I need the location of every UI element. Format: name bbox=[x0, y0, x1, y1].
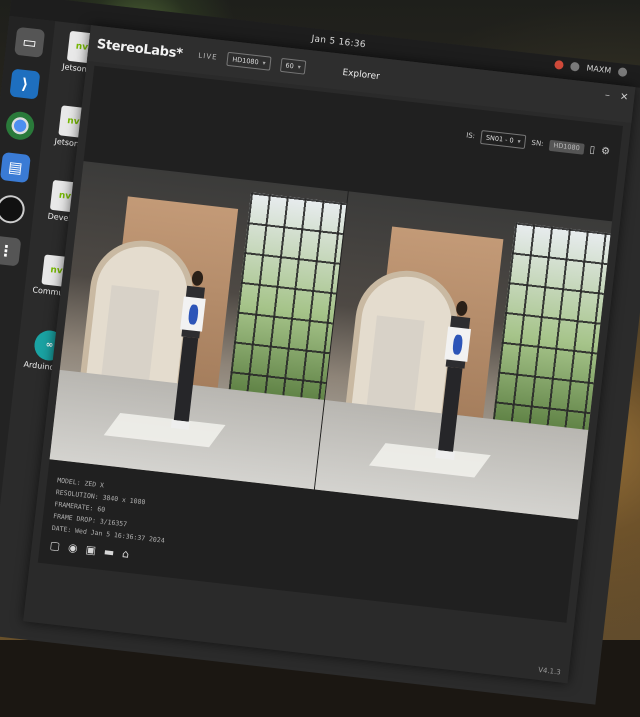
vscode-icon[interactable]: ⟩ bbox=[9, 68, 41, 100]
resolution-select[interactable]: HD1080 ▾ bbox=[226, 51, 272, 71]
right-camera-image[interactable] bbox=[314, 191, 613, 520]
chevron-down-icon: ▾ bbox=[262, 59, 266, 67]
clock[interactable]: Jan 5 16:36 bbox=[311, 34, 366, 50]
record-icon[interactable]: ▣ bbox=[85, 543, 97, 557]
bottom-toolbar: ▢ ◉ ▣ ▬ ⌂ bbox=[49, 539, 130, 561]
network-icon[interactable] bbox=[570, 61, 581, 72]
chevron-down-icon: ▾ bbox=[297, 63, 302, 71]
chevron-down-icon: ▾ bbox=[517, 137, 521, 146]
minimize-icon[interactable]: – bbox=[604, 90, 610, 101]
user-menu[interactable]: MAXM bbox=[586, 64, 612, 76]
video-view: IS: SN01 - 0 ▾ SN: HD1080 ▯ ⚙ ➤ bbox=[37, 65, 623, 623]
window-controls: – ✕ bbox=[604, 90, 628, 104]
monitor-screen: Jan 5 16:36 MAXM ▭ ⟩ ▤ ⋮ nvi Jetson Ap n… bbox=[0, 0, 640, 705]
system-tray[interactable]: MAXM bbox=[554, 59, 628, 78]
resolution-value: HD1080 bbox=[231, 55, 260, 67]
stream-icon[interactable]: ◉ bbox=[67, 541, 78, 555]
stereo-video-feed[interactable] bbox=[49, 161, 613, 520]
files-icon[interactable]: ▤ bbox=[0, 152, 31, 183]
close-icon[interactable]: ✕ bbox=[619, 92, 629, 104]
explorer-window: StereoLabs* LIVE HD1080 ▾ 60 ▾ Explorer … bbox=[23, 25, 636, 684]
brand-logo: StereoLabs* bbox=[96, 36, 184, 62]
record-indicator-icon[interactable] bbox=[554, 59, 565, 70]
live-label[interactable]: LIVE bbox=[198, 52, 218, 62]
camera-controls: IS: SN01 - 0 ▾ SN: HD1080 ▯ ⚙ bbox=[465, 128, 611, 158]
terminal-icon[interactable]: ▭ bbox=[14, 26, 46, 58]
snapshot-icon[interactable]: ⌂ bbox=[121, 547, 129, 561]
file-icon[interactable]: ▢ bbox=[49, 539, 61, 553]
chromium-icon[interactable] bbox=[4, 110, 36, 142]
obs-icon[interactable] bbox=[0, 193, 27, 225]
battery-icon[interactable]: ▯ bbox=[589, 144, 596, 156]
camera-info-overlay: MODEL: ZED X RESOLUTION: 3840 x 1080 FRA… bbox=[51, 474, 171, 546]
left-camera-image[interactable] bbox=[49, 161, 348, 490]
power-icon[interactable] bbox=[617, 67, 628, 78]
app-grid-icon[interactable]: ⋮ bbox=[0, 235, 22, 267]
camera-label: IS: bbox=[465, 131, 476, 141]
camera-select-value: SN01 - 0 bbox=[485, 133, 515, 145]
serial-label: SN: bbox=[531, 138, 544, 149]
fps-select[interactable]: 60 ▾ bbox=[279, 57, 307, 75]
camera-select[interactable]: SN01 - 0 ▾ bbox=[480, 130, 527, 150]
serial-value[interactable]: HD1080 bbox=[548, 139, 585, 155]
version-label: V4.1.3 bbox=[537, 665, 562, 677]
fps-value: 60 bbox=[285, 61, 295, 71]
glass-windows bbox=[492, 222, 611, 437]
video-icon[interactable]: ▬ bbox=[103, 545, 115, 559]
settings-icon[interactable]: ⚙ bbox=[600, 145, 610, 157]
